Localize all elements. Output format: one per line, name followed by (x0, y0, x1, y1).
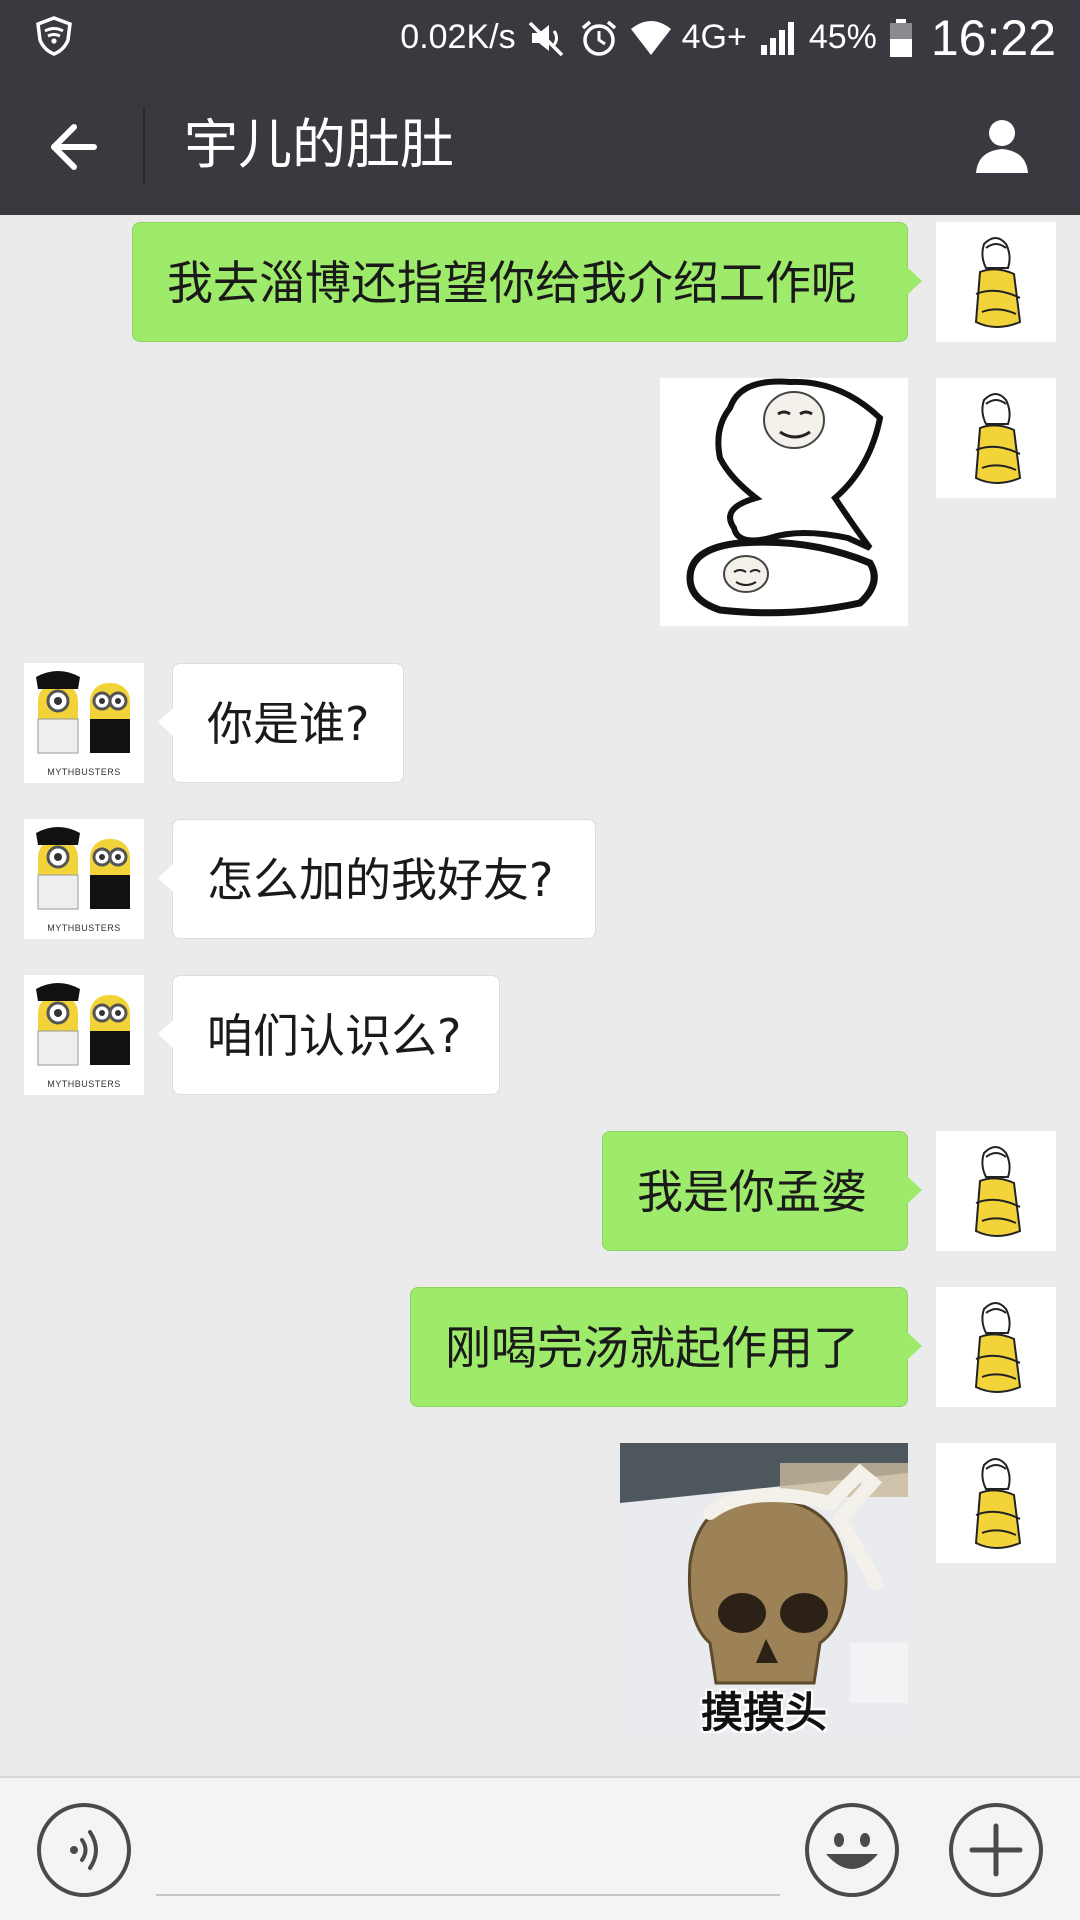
clock: 16:22 (930, 9, 1056, 66)
message-text: 我是你孟婆 (637, 1165, 867, 1219)
sticker-caption: 摸摸头 (700, 1688, 827, 1737)
battery-percent: 45% (808, 18, 877, 56)
contact-avatar[interactable]: MYTHBUSTERS (24, 819, 144, 939)
girl-avatar-icon (936, 1287, 1056, 1407)
status-bar: 0.02K/s 4G+ 45% 16:22 (0, 0, 1080, 75)
sent-message-bubble[interactable]: 刚喝完汤就起作用了 (410, 1287, 922, 1407)
chat-title: 宇儿的肚肚 (184, 113, 454, 176)
girl-avatar-icon (936, 1443, 1056, 1563)
avatar-caption: MYTHBUSTERS (47, 923, 121, 933)
my-avatar[interactable] (936, 222, 1056, 342)
wifi-icon (630, 20, 671, 55)
battery-icon (889, 18, 912, 57)
mute-icon (528, 21, 563, 56)
avatar-caption: MYTHBUSTERS (47, 1079, 121, 1089)
plus-icon[interactable] (948, 1802, 1044, 1898)
back-arrow-icon[interactable] (40, 115, 104, 179)
received-message-bubble[interactable]: 你是谁? (158, 663, 404, 783)
network-type: 4G+ (681, 18, 747, 56)
received-message-bubble[interactable]: 咱们认识么? (158, 975, 500, 1095)
voice-icon[interactable] (36, 1802, 132, 1898)
my-avatar[interactable] (936, 1131, 1056, 1251)
sent-sticker[interactable]: 摸摸头 (620, 1443, 908, 1739)
message-text: 我去淄博还指望你给我介绍工作呢 (167, 256, 857, 310)
minions-avatar-icon (24, 819, 144, 939)
profile-icon[interactable] (970, 113, 1034, 177)
meme-face-sticker (660, 378, 908, 626)
chat-header: 宇儿的肚肚 (0, 75, 1080, 215)
sent-message-bubble[interactable]: 我是你孟婆 (602, 1131, 922, 1251)
girl-avatar-icon (936, 378, 1056, 498)
emoji-icon[interactable] (804, 1802, 900, 1898)
sent-sticker[interactable] (660, 378, 908, 626)
message-text: 你是谁? (207, 697, 370, 751)
sent-message-bubble[interactable]: 我去淄博还指望你给我介绍工作呢 (132, 222, 922, 342)
minions-avatar-icon (24, 663, 144, 783)
message-text: 怎么加的我好友? (207, 853, 554, 907)
network-speed: 0.02K/s (400, 18, 516, 56)
minions-avatar-icon (24, 975, 144, 1095)
my-avatar[interactable] (936, 378, 1056, 498)
message-text: 咱们认识么? (207, 1009, 462, 1063)
received-message-bubble[interactable]: 怎么加的我好友? (158, 819, 596, 939)
input-bar (0, 1776, 1080, 1920)
contact-avatar[interactable]: MYTHBUSTERS (24, 663, 144, 783)
my-avatar[interactable] (936, 1443, 1056, 1563)
girl-avatar-icon (936, 222, 1056, 342)
girl-avatar-icon (936, 1131, 1056, 1251)
message-text: 刚喝完汤就起作用了 (445, 1321, 859, 1375)
header-divider (143, 107, 145, 183)
contact-avatar[interactable]: MYTHBUSTERS (24, 975, 144, 1095)
signal-icon (760, 21, 794, 55)
message-input[interactable] (156, 1806, 780, 1896)
shield-icon (36, 16, 72, 56)
avatar-caption: MYTHBUSTERS (47, 767, 121, 777)
alarm-icon (581, 20, 616, 56)
my-avatar[interactable] (936, 1287, 1056, 1407)
